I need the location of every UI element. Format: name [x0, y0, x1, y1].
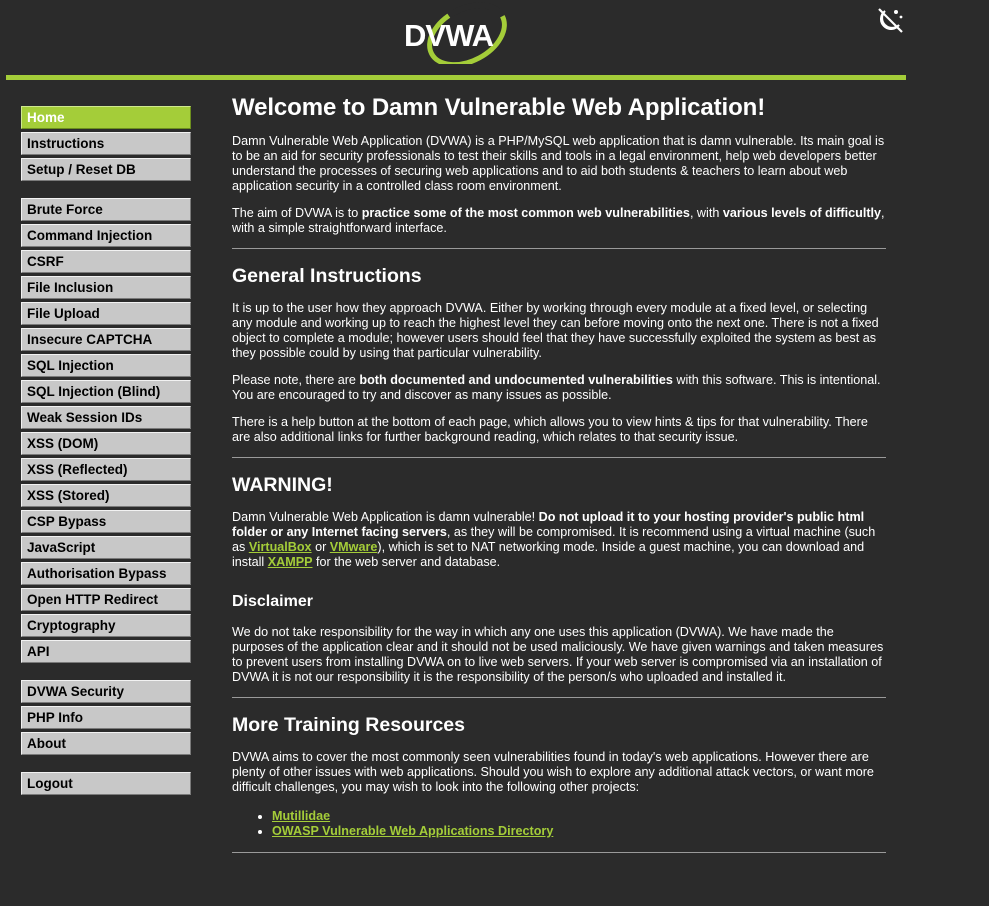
svg-text:DVWA: DVWA [404, 18, 494, 53]
sidebar-item-file-inclusion[interactable]: File Inclusion [21, 276, 191, 299]
sidebar-item-csp-bypass[interactable]: CSP Bypass [21, 510, 191, 533]
sidebar-item-authorisation-bypass[interactable]: Authorisation Bypass [21, 562, 191, 585]
menu-group-logout: Logout [21, 772, 191, 795]
section-divider [232, 852, 886, 853]
aim-paragraph: The aim of DVWA is to practice some of t… [232, 206, 886, 236]
disclaimer-heading: Disclaimer [232, 593, 313, 610]
sidebar-item-home[interactable]: Home [21, 106, 191, 129]
training-resources-paragraph: DVWA aims to cover the most commonly see… [232, 750, 874, 794]
sidebar-item-xss-dom[interactable]: XSS (DOM) [21, 432, 191, 455]
general-p2-bold: both documented and undocumented vulnera… [359, 373, 673, 387]
menu-group-settings: DVWA Security PHP Info About [21, 680, 191, 755]
header-divider [6, 75, 906, 80]
sidebar-item-dvwa-security[interactable]: DVWA Security [21, 680, 191, 703]
warning-heading: WARNING! [232, 474, 333, 496]
sidebar-item-file-upload[interactable]: File Upload [21, 302, 191, 325]
owasp-vwad-link[interactable]: OWASP Vulnerable Web Applications Direct… [272, 824, 553, 838]
sidebar-item-brute-force[interactable]: Brute Force [21, 198, 191, 221]
sidebar-item-setup-reset-db[interactable]: Setup / Reset DB [21, 158, 191, 181]
sidebar-item-cryptography[interactable]: Cryptography [21, 614, 191, 637]
intro-paragraph: Damn Vulnerable Web Application (DVWA) i… [232, 134, 885, 193]
vmware-link[interactable]: VMware [330, 540, 378, 554]
warning-text-5: for the web server and database. [312, 555, 501, 569]
section-divider [232, 457, 886, 458]
disclaimer-paragraph: We do not take responsibility for the wa… [232, 625, 884, 684]
warning-text-1: Damn Vulnerable Web Application is damn … [232, 510, 539, 524]
section-divider [232, 248, 886, 249]
general-paragraph-1: It is up to the user how they approach D… [232, 301, 879, 360]
sidebar-item-sql-injection[interactable]: SQL Injection [21, 354, 191, 377]
main-content: Welcome to Damn Vulnerable Web Applicati… [232, 90, 886, 853]
warning-text-3: or [311, 540, 330, 554]
sidebar-item-csrf[interactable]: CSRF [21, 250, 191, 273]
list-item: Mutillidae [272, 809, 886, 824]
resources-list: Mutillidae OWASP Vulnerable Web Applicat… [232, 809, 886, 839]
mutillidae-link[interactable]: Mutillidae [272, 809, 330, 823]
virtualbox-link[interactable]: VirtualBox [249, 540, 312, 554]
dvwa-logo: DVWA [404, 2, 508, 64]
menu-group-general: Home Instructions Setup / Reset DB [21, 106, 191, 181]
sidebar-item-insecure-captcha[interactable]: Insecure CAPTCHA [21, 328, 191, 351]
sidebar-item-xss-reflected[interactable]: XSS (Reflected) [21, 458, 191, 481]
general-paragraph-2: Please note, there are both documented a… [232, 373, 886, 403]
menu-group-vulnerabilities: Brute Force Command Injection CSRF File … [21, 198, 191, 663]
aim-text-1: The aim of DVWA is to [232, 206, 362, 220]
warning-paragraph: Damn Vulnerable Web Application is damn … [232, 510, 886, 570]
sidebar-item-api[interactable]: API [21, 640, 191, 663]
sidebar-item-php-info[interactable]: PHP Info [21, 706, 191, 729]
aim-bold-2: various levels of difficultly [722, 206, 882, 220]
sidebar-menu: Home Instructions Setup / Reset DB Brute… [21, 106, 191, 812]
sidebar-item-about[interactable]: About [21, 732, 191, 755]
section-divider [232, 697, 886, 698]
general-p2-text-1: Please note, there are [232, 373, 360, 387]
aim-text-2: , with [689, 206, 723, 220]
page-title: Welcome to Damn Vulnerable Web Applicati… [232, 94, 766, 121]
general-instructions-heading: General Instructions [232, 265, 422, 287]
sidebar-item-sql-injection-blind[interactable]: SQL Injection (Blind) [21, 380, 191, 403]
training-resources-heading: More Training Resources [232, 714, 465, 736]
sidebar-item-weak-session-ids[interactable]: Weak Session IDs [21, 406, 191, 429]
general-paragraph-3: There is a help button at the bottom of … [232, 415, 868, 444]
sidebar-item-instructions[interactable]: Instructions [21, 132, 191, 155]
list-item: OWASP Vulnerable Web Applications Direct… [272, 824, 886, 839]
aim-bold-1: practice some of the most common web vul… [361, 206, 690, 220]
sidebar-item-command-injection[interactable]: Command Injection [21, 224, 191, 247]
sidebar-item-xss-stored[interactable]: XSS (Stored) [21, 484, 191, 507]
sidebar-item-logout[interactable]: Logout [21, 772, 191, 795]
theme-toggle-icon[interactable] [874, 4, 906, 36]
page-header: DVWA [0, 0, 989, 80]
sidebar-item-javascript[interactable]: JavaScript [21, 536, 191, 559]
xampp-link[interactable]: XAMPP [268, 555, 313, 569]
sidebar-item-open-http-redirect[interactable]: Open HTTP Redirect [21, 588, 191, 611]
